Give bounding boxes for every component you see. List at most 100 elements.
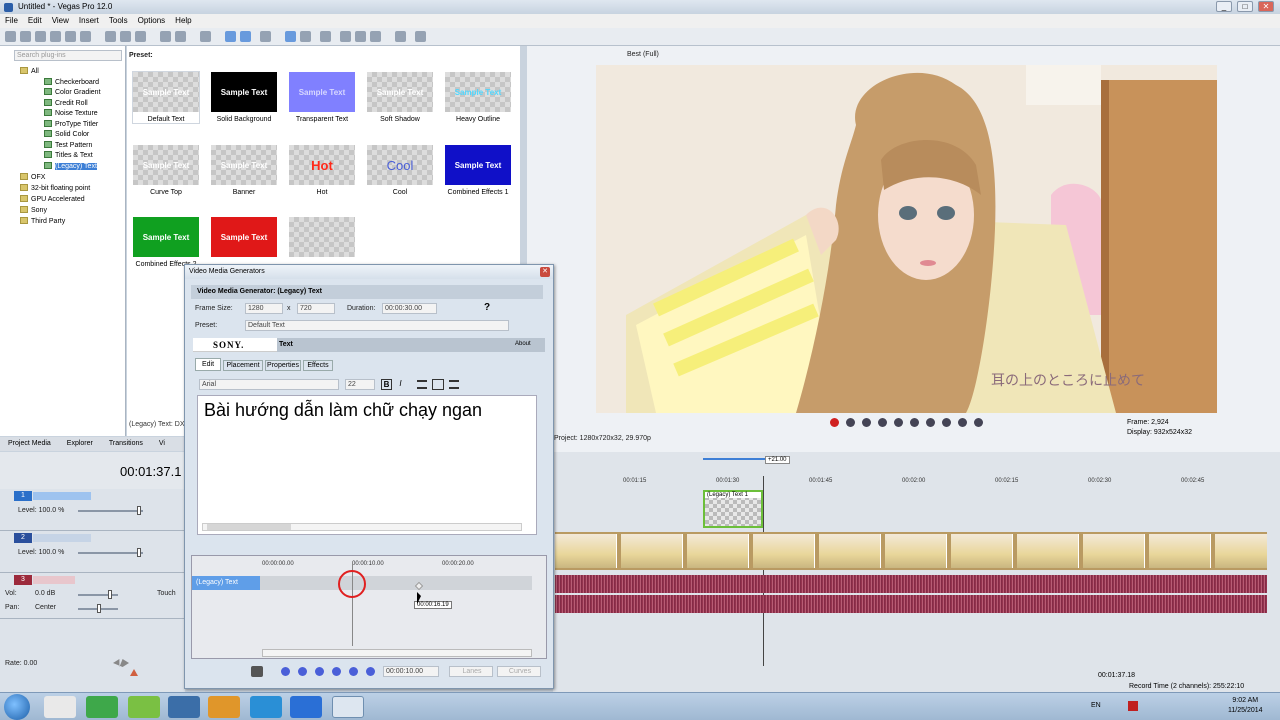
legacy-text-event[interactable]: (Legacy) Text 1 bbox=[703, 490, 763, 528]
about-link[interactable]: About bbox=[515, 341, 531, 347]
preset-item[interactable]: Sample Text bbox=[211, 217, 277, 261]
play-icon[interactable] bbox=[878, 418, 887, 427]
preset-item[interactable]: Cool Cool bbox=[367, 145, 433, 196]
trim-icon[interactable] bbox=[200, 31, 211, 42]
first-keyframe-icon[interactable] bbox=[281, 667, 290, 676]
help-icon[interactable] bbox=[415, 31, 426, 42]
menu-tools[interactable]: Tools bbox=[104, 14, 133, 28]
next-frame-icon[interactable] bbox=[974, 418, 983, 427]
ignore-grouping-icon[interactable] bbox=[355, 31, 366, 42]
tab-explorer[interactable]: Explorer bbox=[59, 437, 101, 451]
font-dropdown[interactable]: Arial bbox=[199, 379, 339, 390]
tree-item-color-gradient[interactable]: Color Gradient bbox=[44, 88, 101, 98]
text-editor[interactable]: Bài hướng dẫn làm chữ chạy ngan bbox=[197, 395, 537, 535]
tab-placement[interactable]: Placement bbox=[223, 360, 263, 371]
preset-dropdown[interactable]: Default Text bbox=[245, 320, 509, 331]
align-left-icon[interactable] bbox=[417, 380, 427, 389]
record-icon[interactable] bbox=[830, 418, 839, 427]
track-name-field[interactable] bbox=[33, 534, 91, 542]
kf-time-input[interactable]: 00:00:10.00 bbox=[383, 666, 439, 677]
level-slider[interactable] bbox=[78, 510, 143, 512]
preset-item[interactable]: Sample Text Combined Effects 1 bbox=[445, 145, 511, 196]
redo-icon[interactable] bbox=[175, 31, 186, 42]
render-icon[interactable] bbox=[80, 31, 91, 42]
menu-file[interactable]: File bbox=[0, 14, 23, 28]
align-right-icon[interactable] bbox=[449, 380, 459, 389]
tab-video-fx[interactable]: Vi bbox=[151, 437, 173, 451]
tree-item-legacy-text[interactable]: (Legacy) Text bbox=[44, 162, 97, 172]
preset-item[interactable]: Sample Text Transparent Text bbox=[289, 72, 355, 123]
tree-item-ofx[interactable]: OFX bbox=[20, 173, 45, 183]
undo-icon[interactable] bbox=[160, 31, 171, 42]
preset-item[interactable]: Sample Text Combined Effects 2 bbox=[133, 217, 199, 268]
tab-effects[interactable]: Effects bbox=[303, 360, 333, 371]
open-icon[interactable] bbox=[20, 31, 31, 42]
tree-item-gpu[interactable]: GPU Accelerated bbox=[20, 195, 85, 205]
sync-cursor-icon[interactable] bbox=[251, 666, 263, 677]
minimize-button[interactable]: _ bbox=[1216, 1, 1232, 12]
ripple-edit-icon[interactable] bbox=[320, 31, 331, 42]
paste-icon[interactable] bbox=[135, 31, 146, 42]
track-header-1[interactable]: 1 Level: 100.0 % bbox=[0, 489, 185, 531]
align-center-icon[interactable] bbox=[432, 379, 444, 390]
frame-width-input[interactable]: 1280 bbox=[245, 303, 283, 314]
duration-input[interactable]: 00:00:30.00 bbox=[382, 303, 437, 314]
new-icon[interactable] bbox=[5, 31, 16, 42]
envelope-tool-icon[interactable] bbox=[240, 31, 251, 42]
tree-item-32bit[interactable]: 32-bit floating point bbox=[20, 184, 90, 194]
tab-properties[interactable]: Properties bbox=[265, 360, 301, 371]
taskbar-media-icon[interactable] bbox=[208, 696, 240, 718]
tree-item-titles-text[interactable]: Titles & Text bbox=[44, 151, 93, 161]
next-keyframe-icon[interactable] bbox=[349, 667, 358, 676]
taskbar-torrent-icon[interactable] bbox=[86, 696, 118, 718]
kf-scrollbar[interactable] bbox=[262, 649, 532, 657]
frame-height-input[interactable]: 720 bbox=[297, 303, 335, 314]
kf-track-label[interactable]: (Legacy) Text bbox=[192, 576, 260, 590]
save-icon[interactable] bbox=[35, 31, 46, 42]
tree-item-test-pattern[interactable]: Test Pattern bbox=[44, 141, 92, 151]
menu-options[interactable]: Options bbox=[133, 14, 171, 28]
volume-slider[interactable] bbox=[78, 594, 118, 596]
lock-envelopes-icon[interactable] bbox=[340, 31, 351, 42]
text-scrollbar-thumb[interactable] bbox=[207, 524, 291, 530]
font-size-dropdown[interactable]: 22 bbox=[345, 379, 375, 390]
zoom-icon[interactable] bbox=[370, 31, 381, 42]
menu-view[interactable]: View bbox=[47, 14, 74, 28]
volume-slider-knob[interactable] bbox=[108, 590, 112, 599]
preset-item[interactable]: Sample Text Solid Background bbox=[211, 72, 277, 123]
vegas-app-icon[interactable] bbox=[4, 3, 13, 12]
prev-keyframe-icon[interactable] bbox=[298, 667, 307, 676]
tree-item-all[interactable]: All bbox=[20, 67, 39, 77]
tree-item-third-party[interactable]: Third Party bbox=[20, 217, 65, 227]
preset-item[interactable]: Sample Text Banner bbox=[211, 145, 277, 196]
level-slider-knob[interactable] bbox=[137, 548, 141, 557]
playhead-cursor[interactable] bbox=[763, 476, 764, 666]
curves-button[interactable]: Curves bbox=[497, 666, 541, 677]
snapping-icon[interactable] bbox=[285, 31, 296, 42]
plugin-search-input[interactable]: Search plug-ins bbox=[14, 50, 122, 61]
taskbar-coccoc-icon[interactable] bbox=[128, 696, 160, 718]
taskbar-word-icon[interactable] bbox=[290, 696, 322, 718]
menu-help[interactable]: Help bbox=[170, 14, 196, 28]
video-thumbnail-strip[interactable] bbox=[555, 532, 1267, 570]
level-slider[interactable] bbox=[78, 552, 143, 554]
dialog-close-button[interactable]: ✕ bbox=[540, 267, 550, 277]
tray-clock[interactable]: 9:02 AM 11/25/2014 bbox=[1228, 696, 1263, 716]
preset-item[interactable]: Sample Text Curve Top bbox=[133, 145, 199, 196]
track-name-field[interactable] bbox=[33, 576, 75, 584]
preset-item[interactable] bbox=[289, 217, 355, 261]
level-slider-knob[interactable] bbox=[137, 506, 141, 515]
tree-item-credit-roll[interactable]: Credit Roll bbox=[44, 99, 88, 109]
tree-item-noise-texture[interactable]: Noise Texture bbox=[44, 109, 98, 119]
tab-transitions[interactable]: Transitions bbox=[101, 437, 151, 451]
tree-item-solid-color[interactable]: Solid Color bbox=[44, 130, 89, 140]
bold-button[interactable]: B bbox=[381, 379, 392, 390]
taskbar-skype-icon[interactable] bbox=[250, 696, 282, 718]
copy-icon[interactable] bbox=[120, 31, 131, 42]
kf-track-lane[interactable] bbox=[260, 576, 532, 590]
audio-waveform-right[interactable] bbox=[555, 595, 1267, 613]
track-name-field[interactable] bbox=[33, 492, 91, 500]
text-scrollbar[interactable] bbox=[202, 523, 522, 531]
start-button[interactable] bbox=[4, 694, 30, 720]
tree-item-sony[interactable]: Sony bbox=[20, 206, 47, 216]
